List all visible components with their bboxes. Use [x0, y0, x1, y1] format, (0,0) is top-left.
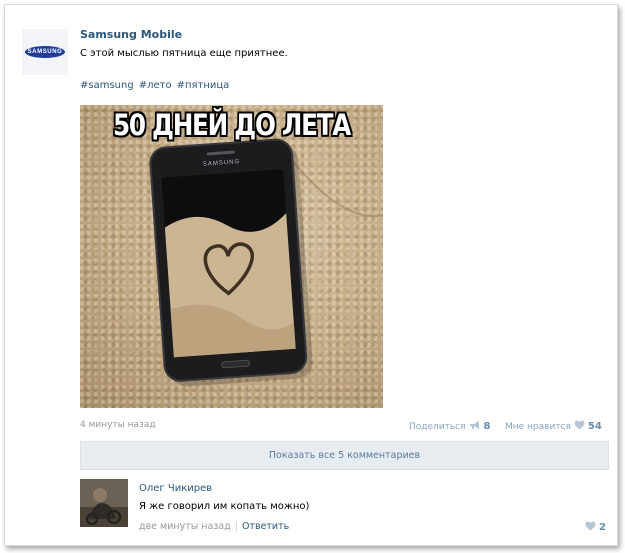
separator: |: [234, 521, 238, 532]
post-text: С этой мыслью пятница еще приятнее.: [80, 48, 288, 59]
phone-in-sand-illustration: SAMSUNG: [80, 138, 383, 397]
comment-timestamp[interactable]: две минуты назад: [139, 521, 231, 532]
share-count: 8: [483, 421, 491, 432]
samsung-logo: SAMSUNG: [25, 46, 65, 58]
hashtag-link[interactable]: #пятница: [177, 80, 230, 91]
comment-meta: две минуты назад | Ответить: [139, 521, 289, 532]
post-photo[interactable]: SAMSUNG 50 ДНЕЙ ДО ЛЕТА: [80, 105, 383, 408]
heart-icon: [585, 521, 596, 534]
comment-like-count: 2: [599, 522, 606, 533]
commenter-name-link[interactable]: Олег Чикирев: [139, 483, 212, 494]
meme-caption: 50 ДНЕЙ ДО ЛЕТА: [112, 108, 351, 142]
share-label: Поделиться: [409, 421, 466, 432]
post-author-link[interactable]: Samsung Mobile: [80, 28, 182, 41]
show-all-comments-button[interactable]: Показать все 5 комментариев: [80, 441, 609, 470]
reply-link[interactable]: Ответить: [242, 521, 289, 532]
post-timestamp[interactable]: 4 минуты назад: [80, 420, 156, 430]
share-button[interactable]: Поделиться 8: [409, 420, 491, 433]
megaphone-icon: [469, 420, 481, 433]
hashtag-list: #samsung #лето #пятница: [80, 80, 229, 91]
like-count: 54: [587, 421, 602, 432]
heart-icon: [574, 420, 585, 433]
like-label: Мне нравится: [505, 421, 571, 432]
post-card: SAMSUNG Samsung Mobile С этой мыслью пят…: [4, 4, 618, 546]
like-button[interactable]: Мне нравится 54: [505, 420, 602, 433]
comment-like-button[interactable]: 2: [585, 521, 606, 534]
hashtag-link[interactable]: #samsung: [80, 80, 134, 91]
commenter-avatar[interactable]: [80, 479, 128, 527]
hashtag-link[interactable]: #лето: [139, 80, 172, 91]
author-avatar[interactable]: SAMSUNG: [22, 29, 68, 75]
comment-text: Я же говорил им копать можно): [139, 501, 310, 512]
